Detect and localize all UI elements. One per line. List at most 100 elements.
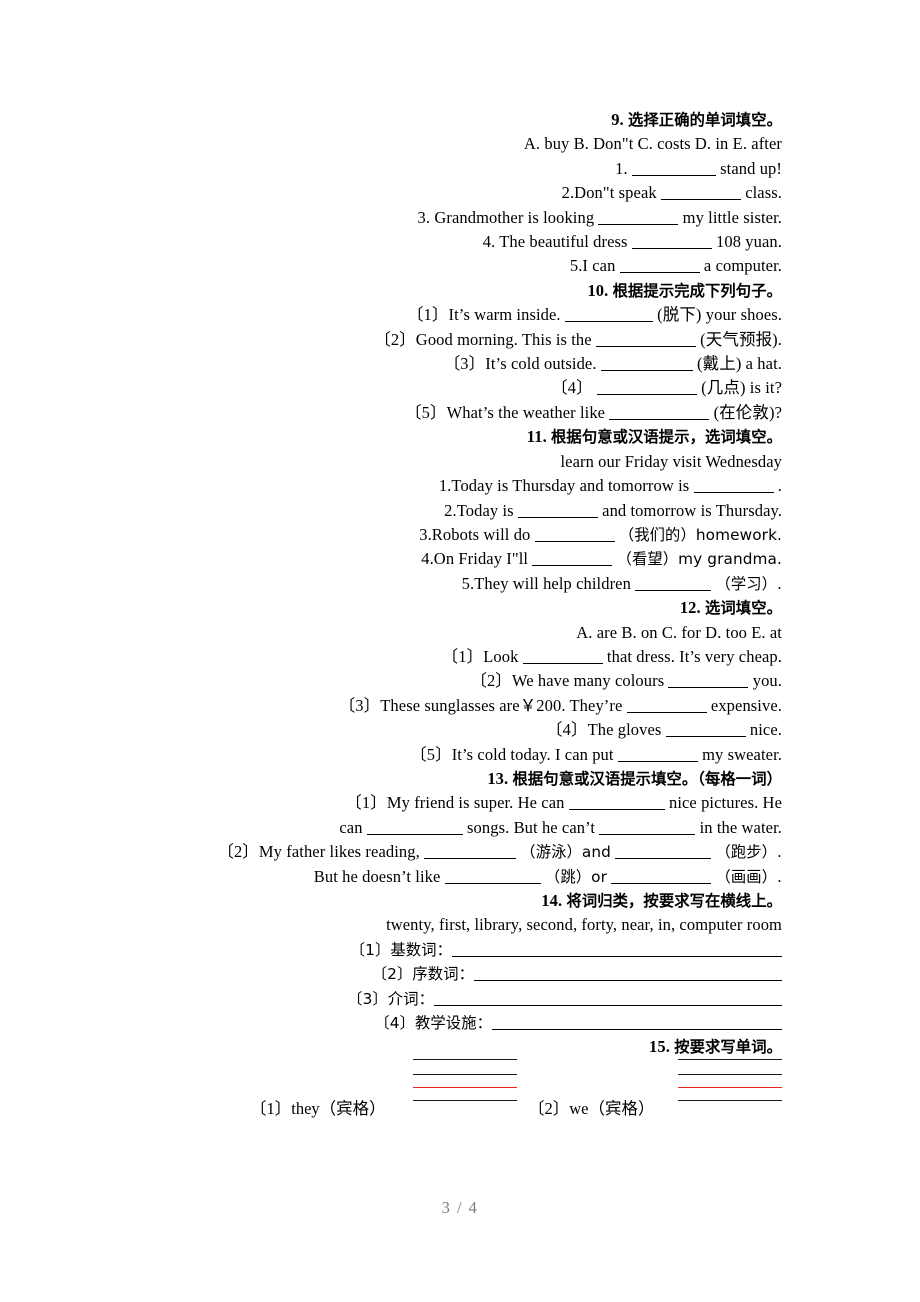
blank-field[interactable]	[626, 698, 707, 713]
item-text-before: 〔5〕What’s the weather like	[405, 402, 606, 422]
item-text-before: 4. The beautiful dress	[482, 232, 628, 252]
blank-field[interactable]	[532, 551, 613, 567]
blank-field[interactable]	[693, 478, 774, 494]
blank-field[interactable]	[631, 234, 712, 250]
item-text-before: 〔2〕We have many colours	[470, 671, 665, 691]
q12-item-3: 〔3〕These sunglasses are￥200. They’re exp…	[60, 694, 782, 718]
answer-rule[interactable]	[492, 1016, 782, 1031]
q12-item-2: 〔2〕We have many colours you.	[60, 669, 782, 693]
q9-item-1: 1. stand up!	[60, 157, 782, 181]
blank-field[interactable]	[596, 380, 697, 396]
item-text-after: my sweater.	[702, 744, 782, 764]
item-text-after: (戴上) a hat.	[697, 354, 782, 374]
blank-field[interactable]	[611, 869, 712, 884]
category-label: 〔2〕序数词：	[371, 965, 474, 984]
section-title: 选词填空。	[705, 599, 782, 618]
blank-field[interactable]	[568, 795, 665, 811]
blank-field[interactable]	[424, 844, 517, 860]
q9-item-3: 3. Grandmother is looking my little sist…	[60, 206, 782, 230]
section-heading-q10: 10. 根据提示完成下列句子。	[60, 279, 782, 303]
q9-item-4: 4. The beautiful dress 108 yuan.	[60, 230, 782, 254]
q13-line-4: But he doesn’t like （跳）or （画画）.	[60, 865, 782, 889]
item-text-after: 108 yuan.	[716, 232, 782, 252]
section-title: 将词归类，按要求写在横线上。	[566, 892, 782, 910]
item-text-after: （画画）.	[715, 867, 782, 886]
blank-field[interactable]	[609, 405, 710, 420]
category-label: 〔1〕基数词：	[349, 940, 452, 959]
item-text-before: But he doesn’t like	[313, 866, 441, 886]
item-text-before: 〔5〕It’s cold today. I can put	[410, 744, 614, 764]
blank-field[interactable]	[522, 649, 603, 664]
section-heading-q11: 11. 根据句意或汉语提示，选词填空。	[60, 425, 782, 449]
item-text-after: （我们的）homework.	[618, 525, 782, 544]
grid-line-upper-middle	[413, 1074, 517, 1075]
item-text-before: 〔1〕My friend is super. He can	[345, 793, 565, 813]
worksheet-page: 9. 选择正确的单词填空。 A. buy B. Don"t C. costs D…	[0, 0, 920, 1302]
blank-field[interactable]	[598, 210, 679, 225]
q14-item-4: 〔4〕教学设施：	[60, 1011, 782, 1035]
blank-field[interactable]	[517, 503, 598, 518]
answer-rule[interactable]	[452, 943, 782, 957]
item-text-before: 1.	[615, 158, 628, 178]
item-text-after: that dress. It’s very cheap.	[606, 646, 782, 666]
blank-field[interactable]	[564, 307, 653, 323]
item-text-after: expensive.	[710, 695, 782, 715]
q15-item-1-label: 〔1〕they（宾格）	[250, 1099, 386, 1118]
section-title: 选择正确的单词填空。	[628, 111, 782, 129]
item-text-before: 3.Robots will do	[419, 524, 531, 544]
blank-field[interactable]	[599, 820, 696, 835]
blank-field[interactable]	[600, 356, 693, 372]
item-text-middle: （跳）or	[544, 867, 607, 886]
section-heading-q14: 14. 将词归类，按要求写在横线上。	[60, 889, 782, 913]
q13-line-3: 〔2〕My father likes reading, （游泳）and （跑步）…	[60, 840, 782, 864]
item-text-after: my little sister.	[682, 207, 782, 227]
section-number: 14.	[541, 891, 563, 910]
grid-line-baseline-red	[678, 1087, 782, 1088]
q12-item-5: 〔5〕It’s cold today. I can put my sweater…	[60, 743, 782, 767]
blank-field[interactable]	[615, 844, 712, 860]
blank-field[interactable]	[665, 722, 746, 738]
item-text-before: 〔2〕Good morning. This is the	[374, 329, 592, 349]
q15-answer-area: 〔1〕they（宾格） 〔2〕we（宾格）	[60, 1052, 782, 1118]
q10-item-3: 〔3〕It’s cold outside. (戴上) a hat.	[60, 352, 782, 376]
grid-line-baseline-red	[413, 1087, 517, 1088]
blank-field[interactable]	[534, 527, 615, 542]
handwriting-grid-2[interactable]	[678, 1052, 782, 1101]
blank-field[interactable]	[668, 673, 749, 689]
section-number: 11.	[526, 427, 547, 447]
blank-field[interactable]	[660, 185, 741, 201]
blank-field[interactable]	[635, 576, 712, 591]
blank-field[interactable]	[631, 161, 716, 176]
item-text-after: .	[777, 476, 782, 496]
blank-field[interactable]	[444, 869, 541, 884]
grid-line-bottom	[413, 1100, 517, 1101]
blank-field[interactable]	[595, 332, 696, 347]
q11-word-bank: learn our Friday visit Wednesday	[560, 451, 782, 471]
grid-line-upper-middle	[678, 1074, 782, 1075]
item-text-after: you.	[752, 671, 782, 691]
q11-item-3: 3.Robots will do （我们的）homework.	[60, 523, 782, 547]
section-number: 10.	[587, 280, 609, 300]
q10-item-1: 〔1〕It’s warm inside. (脱下) your shoes.	[60, 303, 782, 327]
section-heading-q13: 13. 根据句意或汉语提示填空。（每格一词）	[60, 767, 782, 791]
answer-rule[interactable]	[434, 992, 782, 1006]
answer-rule[interactable]	[474, 967, 782, 982]
q12-item-1: 〔1〕Look that dress. It’s very cheap.	[60, 645, 782, 669]
q11-item-1: 1.Today is Thursday and tomorrow is .	[60, 474, 782, 498]
q9-item-5: 5.I can a computer.	[60, 254, 782, 278]
handwriting-grid-1[interactable]	[413, 1052, 517, 1101]
section-number: 13.	[487, 768, 509, 788]
category-label: 〔4〕教学设施：	[374, 1014, 492, 1033]
item-text-before: 〔1〕It’s warm inside.	[406, 305, 561, 325]
item-text-after: (脱下) your shoes.	[657, 305, 782, 325]
item-text-before: 1.Today is Thursday and tomorrow is	[438, 476, 690, 496]
item-text-before: 〔3〕These sunglasses are￥200. They’re	[338, 695, 623, 715]
blank-field[interactable]	[617, 747, 698, 762]
grid-line-top	[413, 1059, 517, 1060]
q11-item-2: 2.Today is and tomorrow is Thursday.	[60, 499, 782, 523]
blank-field[interactable]	[366, 820, 463, 835]
section-title: 根据句意或汉语提示填空。（每格一词）	[512, 769, 782, 788]
blank-field[interactable]	[619, 258, 700, 274]
section-heading-q12: 12. 选词填空。	[60, 596, 782, 620]
item-text-before: 〔4〕	[551, 378, 593, 398]
